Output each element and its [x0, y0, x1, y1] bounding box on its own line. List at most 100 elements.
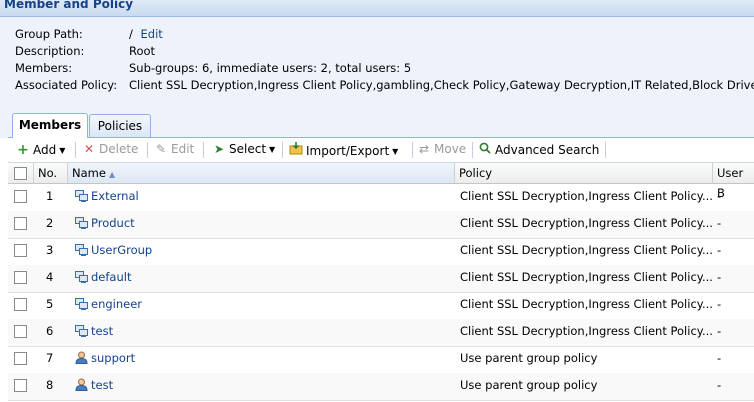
import-export-button[interactable]: Import/Export ▼: [289, 142, 398, 158]
table-row[interactable]: 8 test Use parent group policy -: [8, 373, 754, 401]
description-label: Description:: [15, 44, 85, 58]
member-policy: Client SSL Decryption,Ingress Client Pol…: [460, 216, 713, 230]
row-number: 3: [46, 243, 54, 257]
member-name-cell: test: [75, 324, 113, 338]
table-row[interactable]: 1 External Client SSL Decryption,Ingress C…: [8, 184, 754, 212]
move-button[interactable]: ⇄ Move: [417, 142, 466, 158]
table-row[interactable]: 6 test Client SSL Decryption,Ingress Clien…: [8, 319, 754, 347]
member-name-link[interactable]: support: [91, 351, 135, 365]
user-icon: [75, 378, 88, 391]
row-number: 8: [46, 378, 54, 392]
member-user-value: -: [717, 378, 722, 392]
member-policy: Client SSL Decryption,Ingress Client Pol…: [460, 189, 713, 203]
tab-policies-label: Policies: [97, 119, 143, 133]
column-header-user[interactable]: User B: [713, 163, 754, 200]
row-checkbox[interactable]: [14, 325, 27, 338]
table-row[interactable]: 4 default Client SSL Decryption,Ingress Cl…: [8, 265, 754, 293]
member-user-value: -: [717, 189, 722, 203]
edit-group-path-link[interactable]: Edit: [141, 27, 163, 41]
table-row[interactable]: 7 support Use parent group policy -: [8, 346, 754, 374]
plus-icon: +: [17, 142, 29, 158]
member-policy: Use parent group policy: [460, 351, 598, 365]
member-name-link[interactable]: default: [91, 270, 131, 284]
group-icon: [75, 271, 88, 283]
member-name-link[interactable]: Product: [91, 216, 135, 230]
group-icon: [75, 298, 88, 310]
row-number: 1: [46, 189, 54, 203]
member-name-cell: External: [75, 189, 139, 203]
toolbar-divider: [282, 142, 283, 158]
table-row[interactable]: 3 UserGroup Client SSL Decryption,Ingress …: [8, 238, 754, 266]
select-all-cell: [8, 163, 34, 183]
group-icon: [75, 244, 88, 256]
chevron-down-icon: ▼: [269, 145, 276, 154]
toolbar-divider: [75, 142, 76, 158]
row-checkbox[interactable]: [14, 271, 27, 284]
member-policy: Client SSL Decryption,Ingress Client Pol…: [460, 297, 713, 311]
column-header-name[interactable]: Name ▲: [68, 163, 455, 183]
search-icon: [478, 142, 492, 157]
member-name-link[interactable]: test: [91, 324, 113, 338]
member-name-cell: UserGroup: [75, 243, 152, 257]
row-checkbox[interactable]: [14, 379, 27, 392]
edit-button[interactable]: ✎ Edit: [154, 142, 194, 158]
delete-button[interactable]: ✕ Delete: [82, 142, 138, 158]
member-user-value: -: [717, 270, 722, 284]
import-export-icon: [289, 142, 303, 158]
group-icon: [75, 190, 88, 202]
member-user-value: -: [717, 324, 722, 338]
table-row[interactable]: 2 Product Client SSL Decryption,Ingress Cl…: [8, 211, 754, 239]
advanced-search-button[interactable]: Advanced Search: [478, 142, 599, 158]
associated-policy-value: Client SSL Decryption,Ingress Client Pol…: [129, 78, 754, 92]
members-label: Members:: [15, 61, 73, 75]
member-name-link[interactable]: engineer: [91, 297, 142, 311]
member-policy: Client SSL Decryption,Ingress Client Pol…: [460, 243, 713, 257]
description-value: Root: [129, 44, 156, 58]
column-header-policy[interactable]: Policy: [455, 163, 713, 183]
members-value: Sub-groups: 6, immediate users: 2, total…: [129, 61, 412, 75]
toolbar-divider: [412, 142, 413, 158]
row-checkbox[interactable]: [14, 352, 27, 365]
panel-title: Member and Policy: [4, 0, 134, 11]
row-number: 2: [46, 216, 54, 230]
group-info-section: Group Path: / Edit Description: Root Mem…: [0, 17, 754, 98]
tab-members[interactable]: Members: [12, 113, 88, 138]
select-button[interactable]: ➤ Select ▼: [212, 142, 275, 158]
user-icon: [75, 351, 88, 364]
member-name-link[interactable]: test: [91, 378, 113, 392]
row-number: 7: [46, 351, 54, 365]
group-icon: [75, 217, 88, 229]
row-number: 6: [46, 324, 54, 338]
group-icon: [75, 325, 88, 337]
toolbar-divider: [472, 142, 473, 158]
add-button[interactable]: + Add ▼: [16, 142, 65, 158]
member-policy: Client SSL Decryption,Ingress Client Pol…: [460, 270, 713, 284]
member-user-value: -: [717, 216, 722, 230]
row-checkbox[interactable]: [14, 298, 27, 311]
row-checkbox[interactable]: [14, 244, 27, 257]
row-checkbox[interactable]: [14, 217, 27, 230]
member-name-cell: engineer: [75, 297, 142, 311]
member-user-value: -: [717, 351, 722, 365]
member-user-value: -: [717, 243, 722, 257]
toolbar-divider: [147, 142, 148, 158]
toolbar-divider: [203, 142, 204, 158]
member-name-cell: default: [75, 270, 131, 284]
table-row[interactable]: 5 engineer Client SSL Decryption,Ingress C…: [8, 292, 754, 320]
member-name-cell: Product: [75, 216, 135, 230]
tab-members-label: Members: [18, 118, 82, 132]
member-name-link[interactable]: UserGroup: [91, 243, 152, 257]
member-name-link[interactable]: External: [91, 189, 139, 203]
tab-policies[interactable]: Policies: [89, 114, 151, 137]
column-header-no[interactable]: No.: [34, 163, 68, 183]
group-path-label: Group Path:: [15, 27, 83, 41]
member-policy: Use parent group policy: [460, 378, 598, 392]
select-all-checkbox[interactable]: [14, 167, 27, 180]
pointer-arrow-icon: ➤: [213, 142, 225, 156]
chevron-down-icon: ▼: [392, 147, 399, 156]
chevron-down-icon: ▼: [59, 146, 66, 155]
member-name-cell: test: [75, 378, 113, 392]
members-toolbar: + Add ▼ ✕ Delete ✎ Edit ➤ Select ▼ Import/Expo…: [8, 138, 754, 163]
row-checkbox[interactable]: [14, 190, 27, 203]
toolbar-divider: [605, 142, 606, 158]
